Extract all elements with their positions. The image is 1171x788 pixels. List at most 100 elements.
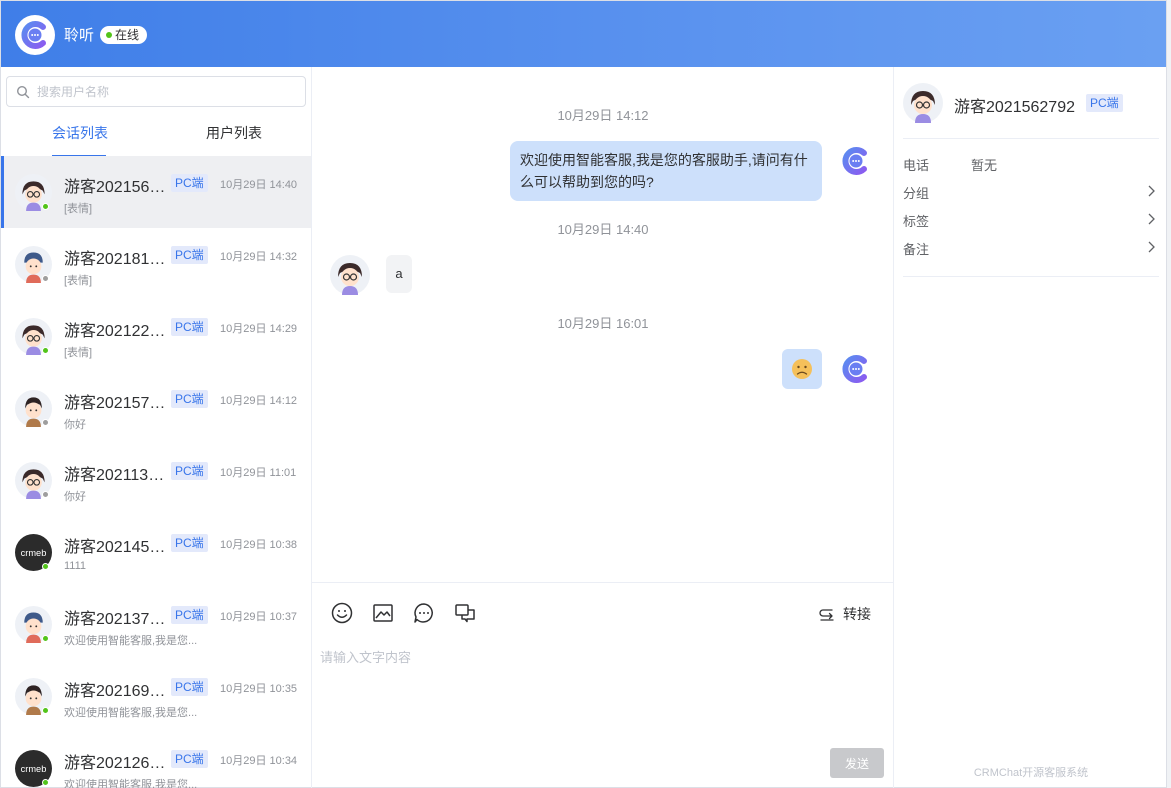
conversation-preview: 欢迎使用智能客服,我是您... — [64, 635, 198, 647]
presence-dot-icon — [42, 203, 49, 210]
image-icon[interactable] — [371, 601, 395, 625]
user-avatar-icon — [330, 255, 370, 295]
status-label: 在线 — [115, 28, 140, 42]
emoji-icon[interactable] — [330, 601, 354, 625]
platform-tag: PC端 — [171, 606, 208, 624]
transfer-label: 转接 — [843, 606, 871, 622]
platform-tag: PC端 — [171, 174, 208, 192]
conversation-name: 游客202169… — [64, 683, 166, 700]
chat-record-icon[interactable] — [453, 601, 477, 625]
conversation-name: 游客202156… — [64, 179, 166, 196]
conversation-name: 游客202181… — [64, 251, 166, 268]
conversation-time: 10月29日 14:12 — [220, 395, 298, 407]
conversation-item[interactable]: 游客202169… PC端 10月29日 10:35 欢迎使用智能客服,我是您... — [1, 660, 311, 732]
conversation-item[interactable]: 游客202122… PC端 10月29日 14:29 [表情] — [1, 300, 311, 372]
user-message-bubble: a — [386, 255, 412, 293]
presence-dot-icon — [42, 347, 49, 354]
sidebar-tabs: 会话列表 用户列表 — [1, 112, 311, 157]
remark-label: 备注 — [903, 242, 930, 257]
chevron-right-icon — [1148, 213, 1155, 225]
conversation-time: 10月29日 14:29 — [220, 323, 298, 335]
conversation-item[interactable]: 游客202113… PC端 10月29日 11:01 你好 — [1, 444, 311, 516]
frowning-face-icon — [792, 359, 812, 379]
agent-avatar-icon — [842, 355, 867, 383]
top-header: 聆听 在线 — [1, 1, 1166, 67]
conversation-name: 游客202113… — [64, 467, 165, 484]
message-timestamp: 10月29日 14:12 — [557, 108, 649, 123]
user-info-panel: 游客2021562792 PC端 电话 暂无 分组 标签 备注 CRMChat开… — [895, 67, 1167, 788]
send-button[interactable]: 发送 — [830, 748, 884, 778]
conversation-item[interactable]: 游客202157… PC端 10月29日 14:12 你好 — [1, 372, 311, 444]
conversation-time: 10月29日 10:37 — [220, 611, 298, 623]
conversation-item[interactable]: 游客202156… PC端 10月29日 14:40 [表情] — [1, 156, 311, 228]
presence-dot-icon — [42, 635, 49, 642]
transfer-icon — [819, 609, 834, 621]
platform-tag: PC端 — [171, 246, 208, 264]
conversation-name: 游客202145… — [64, 539, 166, 556]
platform-tag: PC端 — [171, 390, 208, 408]
conversation-preview: 你好 — [64, 419, 86, 431]
presence-dot-icon — [42, 275, 49, 282]
online-status-dot-icon — [106, 32, 112, 38]
tags-label: 标签 — [903, 214, 930, 229]
chevron-right-icon — [1148, 185, 1155, 197]
agent-name: 聆听 — [64, 27, 95, 44]
conversation-item[interactable]: crmeb 游客202126… PC端 10月29日 10:34 欢迎使用智能客服,我是… — [1, 732, 311, 788]
svg-text:crmeb: crmeb — [21, 764, 47, 774]
user-avatar-icon — [903, 83, 943, 123]
user-name: 游客2021562792 — [954, 99, 1075, 116]
chat-panel: 10月29日 14:12 欢迎使用智能客服,我是您的客服助手,请问有什么可以帮助… — [312, 67, 894, 788]
tab-conversations[interactable]: 会话列表 — [52, 123, 108, 143]
platform-tag: PC端 — [171, 462, 208, 480]
presence-dot-icon — [42, 779, 49, 786]
transfer-button[interactable]: 转接 — [819, 604, 871, 624]
conversation-name: 游客202157… — [64, 395, 166, 412]
conversation-time: 10月29日 10:38 — [220, 539, 298, 551]
message-timestamp: 10月29日 14:40 — [557, 222, 649, 237]
quick-reply-icon[interactable] — [412, 601, 436, 625]
conversation-time: 10月29日 14:32 — [220, 251, 298, 263]
conversation-preview: [表情] — [64, 203, 93, 215]
phone-label: 电话 — [903, 158, 930, 173]
tab-users[interactable]: 用户列表 — [206, 123, 262, 143]
conversation-name: 游客202122… — [64, 323, 166, 340]
conversation-time: 10月29日 10:35 — [220, 683, 298, 695]
presence-dot-icon — [42, 419, 49, 426]
conversation-time: 10月29日 11:01 — [220, 467, 297, 479]
remark-row[interactable]: 备注 — [903, 233, 1159, 261]
platform-tag: PC端 — [171, 318, 208, 336]
conversation-time: 10月29日 14:40 — [220, 179, 298, 191]
user-info-list: 电话 暂无 分组 标签 备注 — [903, 149, 1159, 277]
chevron-right-icon — [1148, 241, 1155, 253]
group-row[interactable]: 分组 — [903, 177, 1159, 205]
status-badge[interactable]: 在线 — [100, 26, 148, 44]
conversation-preview: 1111 — [64, 560, 87, 572]
presence-dot-icon — [42, 491, 49, 498]
phone-row: 电话 暂无 — [903, 149, 1159, 177]
search-box[interactable] — [6, 76, 306, 107]
platform-tag: PC端 — [1086, 94, 1123, 112]
conversation-time: 10月29日 10:34 — [220, 755, 298, 767]
conversation-item[interactable]: 游客202137… PC端 10月29日 10:37 欢迎使用智能客服,我是您... — [1, 588, 311, 660]
search-input[interactable] — [37, 82, 297, 102]
conversation-list: 游客202156… PC端 10月29日 14:40 [表情] 游客202181… PC端… — [1, 156, 311, 788]
presence-dot-icon — [42, 707, 49, 714]
presence-dot-icon — [42, 563, 49, 570]
platform-tag: PC端 — [171, 534, 208, 552]
conversation-sidebar: 会话列表 用户列表 游客202156…PC端10月29日 14:40[表情]游客… — [1, 67, 312, 788]
conversation-preview: [表情] — [64, 347, 93, 359]
conversation-preview: 欢迎使用智能客服,我是您... — [64, 707, 198, 719]
conversation-preview: [表情] — [64, 275, 93, 287]
svg-text:crmeb: crmeb — [21, 548, 47, 558]
group-label: 分组 — [903, 186, 930, 201]
tags-row[interactable]: 标签 — [903, 205, 1159, 233]
conversation-name: 游客202126… — [64, 755, 166, 772]
platform-tag: PC端 — [171, 678, 208, 696]
conversation-preview: 你好 — [64, 491, 86, 503]
conversation-item[interactable]: crmeb 游客202145… PC端 10月29日 10:38 1111 — [1, 516, 311, 588]
conversation-item[interactable]: 游客202181… PC端 10月29日 14:32 [表情] — [1, 228, 311, 300]
conversation-name: 游客202137… — [64, 611, 166, 628]
message-input[interactable] — [320, 647, 880, 737]
message-composer: 转接 发送 — [312, 582, 894, 788]
message-timestamp: 10月29日 16:01 — [557, 316, 649, 331]
